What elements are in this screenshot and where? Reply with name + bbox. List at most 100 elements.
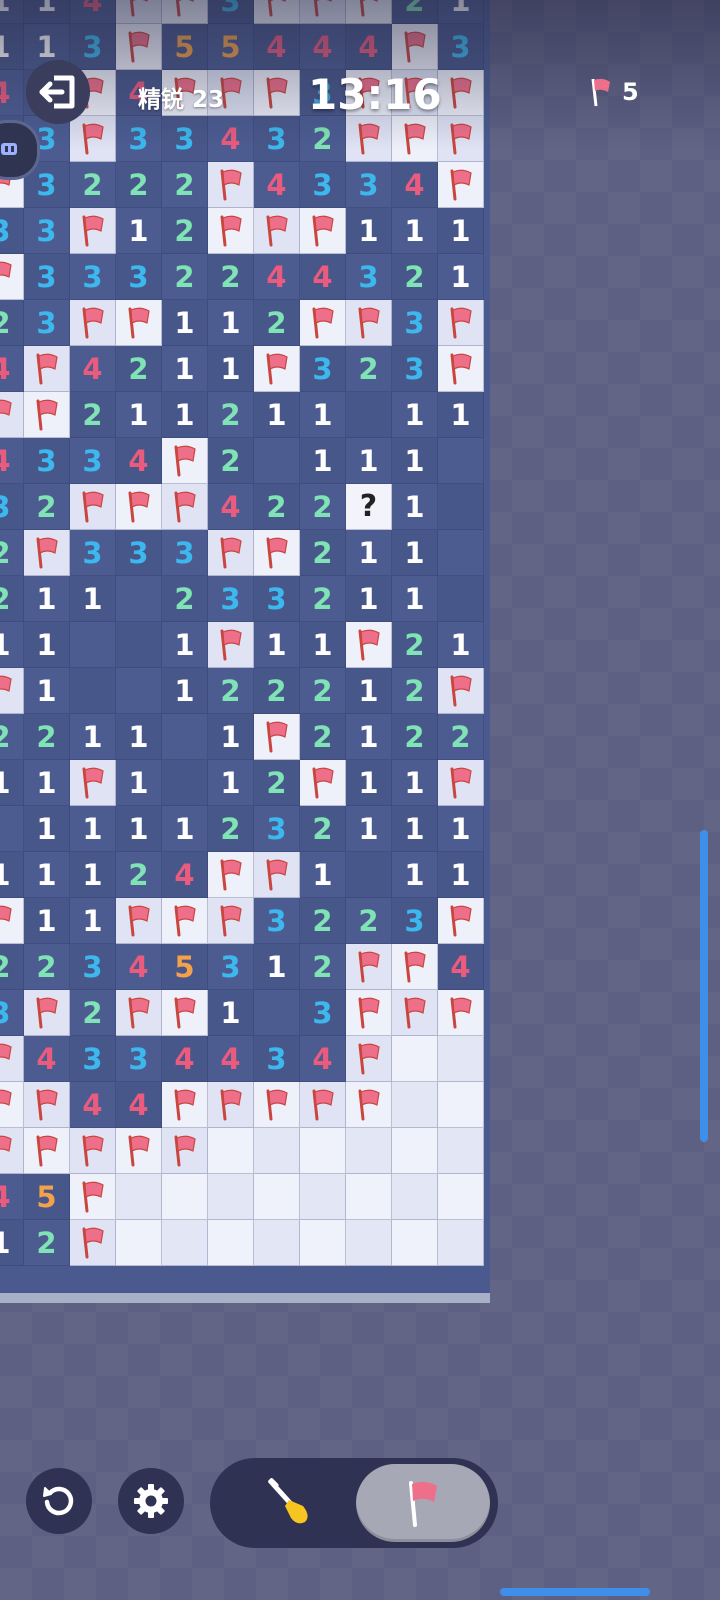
hidden-cell[interactable]: [392, 1128, 438, 1174]
number-cell[interactable]: 1: [116, 208, 162, 254]
number-cell[interactable]: 3: [70, 24, 116, 70]
number-cell[interactable]: 1: [70, 576, 116, 622]
number-cell[interactable]: 2: [346, 898, 392, 944]
number-cell[interactable]: 1: [346, 530, 392, 576]
flagged-cell[interactable]: [0, 1036, 24, 1082]
hidden-cell[interactable]: [116, 1220, 162, 1266]
number-cell[interactable]: 4: [0, 70, 24, 116]
hidden-cell[interactable]: [346, 1128, 392, 1174]
number-cell[interactable]: 1: [300, 392, 346, 438]
number-cell[interactable]: 1: [392, 530, 438, 576]
number-cell[interactable]: 5: [162, 24, 208, 70]
number-cell[interactable]: 2: [208, 438, 254, 484]
number-cell[interactable]: 2: [0, 944, 24, 990]
number-cell[interactable]: 3: [70, 944, 116, 990]
flagged-cell[interactable]: [116, 1128, 162, 1174]
flagged-cell[interactable]: [254, 1082, 300, 1128]
number-cell[interactable]: 2: [254, 484, 300, 530]
number-cell[interactable]: 4: [254, 162, 300, 208]
number-cell[interactable]: 3: [392, 300, 438, 346]
hidden-cell[interactable]: [438, 1082, 484, 1128]
number-cell[interactable]: 2: [116, 162, 162, 208]
number-cell[interactable]: 2: [392, 622, 438, 668]
hidden-cell[interactable]: [438, 1174, 484, 1220]
flagged-cell[interactable]: [438, 990, 484, 1036]
hidden-cell[interactable]: [254, 1174, 300, 1220]
dig-tool-button[interactable]: [228, 1464, 356, 1542]
flagged-cell[interactable]: [0, 668, 24, 714]
number-cell[interactable]: 3: [116, 530, 162, 576]
number-cell[interactable]: 4: [24, 1036, 70, 1082]
flagged-cell[interactable]: [0, 1128, 24, 1174]
number-cell[interactable]: 1: [24, 898, 70, 944]
number-cell[interactable]: 1: [0, 1220, 24, 1266]
number-cell[interactable]: 5: [208, 24, 254, 70]
number-cell[interactable]: 1: [438, 852, 484, 898]
number-cell[interactable]: 2: [300, 530, 346, 576]
number-cell[interactable]: 4: [162, 852, 208, 898]
number-cell[interactable]: 4: [208, 484, 254, 530]
number-cell[interactable]: 1: [208, 346, 254, 392]
settings-button[interactable]: [118, 1468, 184, 1534]
flagged-cell[interactable]: [254, 208, 300, 254]
number-cell[interactable]: 3: [300, 990, 346, 1036]
flagged-cell[interactable]: [254, 70, 300, 116]
flagged-cell[interactable]: [346, 944, 392, 990]
flagged-cell[interactable]: [208, 1082, 254, 1128]
flagged-cell[interactable]: [254, 346, 300, 392]
hidden-cell[interactable]: [346, 1220, 392, 1266]
number-cell[interactable]: 3: [116, 254, 162, 300]
flagged-cell[interactable]: [70, 484, 116, 530]
number-cell[interactable]: 1: [116, 392, 162, 438]
flagged-cell[interactable]: [300, 208, 346, 254]
hidden-cell[interactable]: [300, 1220, 346, 1266]
empty-cell[interactable]: [116, 622, 162, 668]
hidden-cell[interactable]: [300, 1174, 346, 1220]
empty-cell[interactable]: [346, 392, 392, 438]
number-cell[interactable]: 3: [70, 1036, 116, 1082]
number-cell[interactable]: 2: [438, 714, 484, 760]
number-cell[interactable]: 1: [392, 484, 438, 530]
flagged-cell[interactable]: [392, 990, 438, 1036]
empty-cell[interactable]: [0, 806, 24, 852]
number-cell[interactable]: 5: [162, 944, 208, 990]
flagged-cell[interactable]: [346, 116, 392, 162]
flagged-cell[interactable]: [300, 1082, 346, 1128]
number-cell[interactable]: 3: [254, 898, 300, 944]
flagged-cell[interactable]: [438, 898, 484, 944]
flagged-cell[interactable]: [162, 484, 208, 530]
number-cell[interactable]: 3: [70, 530, 116, 576]
number-cell[interactable]: 2: [162, 162, 208, 208]
number-cell[interactable]: 2: [392, 254, 438, 300]
number-cell[interactable]: 3: [24, 438, 70, 484]
number-cell[interactable]: 4: [300, 24, 346, 70]
flagged-cell[interactable]: [162, 0, 208, 24]
flagged-cell[interactable]: [162, 438, 208, 484]
number-cell[interactable]: 1: [24, 852, 70, 898]
empty-cell[interactable]: [70, 622, 116, 668]
number-cell[interactable]: 1: [116, 806, 162, 852]
flagged-cell[interactable]: [70, 1174, 116, 1220]
hidden-cell[interactable]: [162, 1220, 208, 1266]
number-cell[interactable]: 4: [300, 1036, 346, 1082]
empty-cell[interactable]: [346, 852, 392, 898]
hidden-cell[interactable]: [392, 1036, 438, 1082]
flagged-cell[interactable]: [116, 898, 162, 944]
empty-cell[interactable]: [254, 990, 300, 1036]
number-cell[interactable]: 4: [254, 254, 300, 300]
flagged-cell[interactable]: [254, 852, 300, 898]
flagged-cell[interactable]: [438, 760, 484, 806]
flagged-cell[interactable]: [254, 530, 300, 576]
number-cell[interactable]: 2: [300, 576, 346, 622]
hidden-cell[interactable]: [392, 1220, 438, 1266]
number-cell[interactable]: 1: [300, 622, 346, 668]
number-cell[interactable]: 3: [0, 208, 24, 254]
number-cell[interactable]: 2: [0, 300, 24, 346]
number-cell[interactable]: 3: [254, 1036, 300, 1082]
number-cell[interactable]: 1: [438, 806, 484, 852]
number-cell[interactable]: 3: [24, 254, 70, 300]
number-cell[interactable]: 3: [0, 484, 24, 530]
number-cell[interactable]: 3: [254, 116, 300, 162]
flagged-cell[interactable]: [346, 990, 392, 1036]
number-cell[interactable]: 1: [0, 852, 24, 898]
